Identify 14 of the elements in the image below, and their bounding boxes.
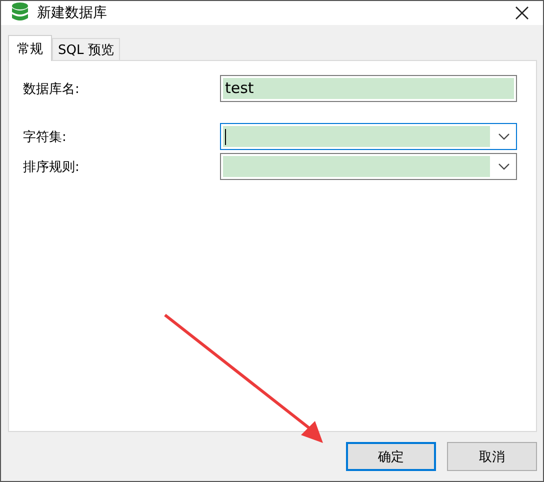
dropdown-field[interactable] xyxy=(220,153,517,180)
window-title: 新建数据库 xyxy=(37,4,108,22)
tab[interactable]: 常规 xyxy=(8,35,52,61)
tab[interactable]: SQL 预览 xyxy=(52,38,120,60)
close-icon[interactable] xyxy=(515,6,529,20)
field-label: 排序规则: xyxy=(23,158,80,176)
chevron-down-icon xyxy=(498,133,510,140)
field-label: 数据库名: xyxy=(23,80,80,98)
dropdown-field[interactable] xyxy=(220,123,517,150)
field-label: 字符集: xyxy=(23,128,68,146)
dialog-button[interactable]: 取消 xyxy=(447,442,537,471)
dialog-button[interactable]: 确定 xyxy=(346,442,436,471)
chevron-down-icon xyxy=(498,163,510,170)
input-field[interactable]: test xyxy=(220,75,517,102)
